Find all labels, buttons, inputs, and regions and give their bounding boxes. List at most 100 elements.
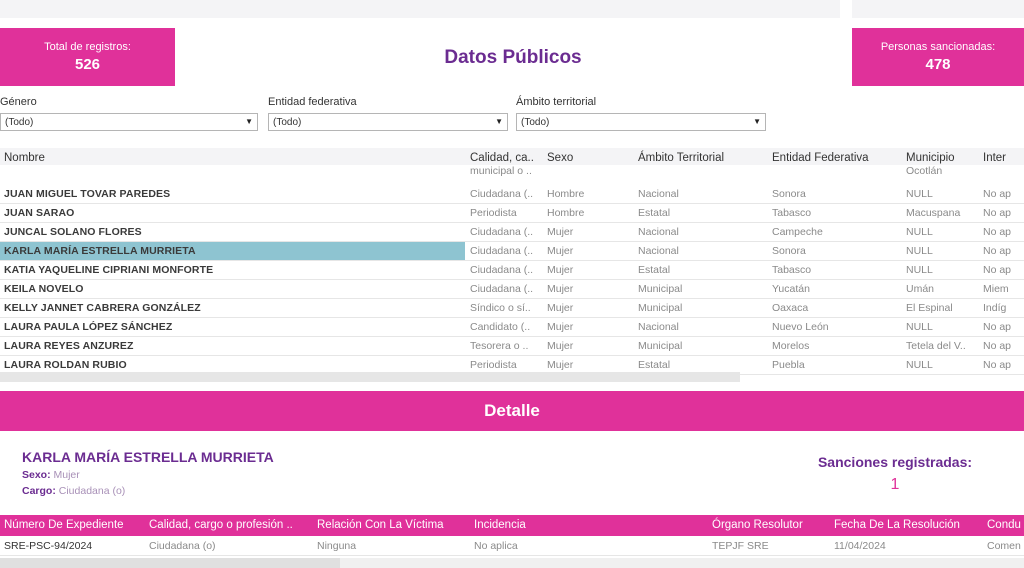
detalle-cargo-value: Ciudadana (o) (58, 485, 126, 497)
table-row[interactable]: KELLY JANNET CABRERA GONZÁLEZ Síndico o s… (0, 299, 1024, 318)
detalle-col-fecha[interactable]: Fecha De La Resolución (834, 519, 960, 531)
filter-genero-value: (Todo) (5, 117, 34, 128)
filter-genero-dropdown[interactable]: (Todo) ▼ (0, 113, 258, 131)
column-header-nombre[interactable]: Nombre (4, 152, 45, 164)
cell-entidad: Sonora (772, 245, 806, 257)
cell-nombre: KATIA YAQUELINE CIPRIANI MONFORTE (4, 264, 214, 276)
cell-sexo: Mujer (547, 245, 574, 257)
column-header-ambito[interactable]: Ámbito Territorial (638, 152, 724, 164)
cell-nombre: LAURA ROLDAN RUBIO (4, 359, 127, 371)
column-header-inter[interactable]: Inter (983, 152, 1006, 164)
cell-calidad: Periodista (470, 207, 517, 219)
detalle-cell-incidencia: No aplica (474, 540, 518, 552)
detalle-horizontal-scrollbar[interactable] (0, 558, 1024, 568)
cell-inter: No ap (983, 321, 1012, 333)
detalle-cell-relacion: Ninguna (317, 540, 357, 552)
detalle-sexo-value: Mujer (53, 469, 80, 481)
filter-genero-label: Género (0, 96, 37, 108)
filter-entidad-dropdown[interactable]: (Todo) ▼ (268, 113, 508, 131)
detalle-col-expediente[interactable]: Número De Expediente (4, 519, 124, 531)
detalle-col-incidencia[interactable]: Incidencia (474, 519, 526, 531)
column-header-municipio[interactable]: Municipio (906, 152, 955, 164)
table-row[interactable]: KARLA MARÍA ESTRELLA MURRIETA Ciudadana (… (0, 242, 1024, 261)
filter-ambito-value: (Todo) (521, 117, 550, 128)
table-row[interactable]: LAURA PAULA LÓPEZ SÁNCHEZ Candidato (.. Mu… (0, 318, 1024, 337)
personas-sancionadas-label: Personas sancionadas: (880, 41, 996, 53)
cell-inter: No ap (983, 359, 1012, 371)
chevron-down-icon: ▼ (495, 117, 503, 126)
column-header-sexo[interactable]: Sexo (547, 152, 573, 164)
cell-inter: No ap (983, 188, 1012, 200)
table-row[interactable]: KATIA YAQUELINE CIPRIANI MONFORTE Ciudada… (0, 261, 1024, 280)
table-row[interactable]: KEILA NOVELO Ciudadana (.. Mujer Municipal Y… (0, 280, 1024, 299)
cell-entidad: Puebla (772, 359, 805, 371)
cell-inter: No ap (983, 245, 1012, 257)
cell-calidad: Ciudadana (.. (470, 188, 534, 200)
cell-municipio: NULL (906, 188, 933, 200)
detalle-cargo-label: Cargo: (22, 485, 56, 497)
cell-nombre: KEILA NOVELO (4, 283, 84, 295)
cell-municipio: Umán (906, 283, 935, 295)
table-row[interactable]: JUAN MIGUEL TOVAR PAREDES Ciudadana (.. Ho… (0, 185, 1024, 204)
detalle-table-row[interactable]: SRE-PSC-94/2024 Ciudadana (o) Ninguna No… (0, 537, 1024, 556)
table-row[interactable]: JUNCAL SOLANO FLORES Ciudadana (.. Mujer Na… (0, 223, 1024, 242)
cell-nombre: LAURA REYES ANZUREZ (4, 340, 134, 352)
detalle-col-calidad[interactable]: Calidad, cargo o profesión .. (149, 519, 293, 531)
detalle-sexo-label: Sexo: (22, 469, 51, 481)
cell-sexo: Mujer (547, 321, 574, 333)
cell-entidad: Campeche (772, 226, 823, 238)
cell-calidad: Ciudadana (.. (470, 245, 534, 257)
cell-nombre: JUAN MIGUEL TOVAR PAREDES (4, 188, 171, 200)
table-horizontal-scrollbar[interactable] (0, 372, 740, 382)
cell-entidad: Tabasco (772, 264, 812, 276)
cell-inter: Miem (983, 283, 1009, 295)
partial-row-municipio: Ocotlán (906, 165, 943, 177)
column-header-entidad[interactable]: Entidad Federativa (772, 152, 869, 164)
cell-calidad: Ciudadana (.. (470, 264, 534, 276)
cell-inter: No ap (983, 264, 1012, 276)
cell-ambito: Nacional (638, 245, 679, 257)
detalle-cell-fecha: 11/04/2024 (834, 540, 886, 552)
cell-municipio: Macuspana (906, 207, 961, 219)
detalle-col-organo[interactable]: Órgano Resolutor (712, 519, 803, 531)
cell-calidad: Síndico o sí.. (470, 302, 531, 314)
cell-sexo: Mujer (547, 283, 574, 295)
filter-entidad-value: (Todo) (273, 117, 302, 128)
filter-ambito-dropdown[interactable]: (Todo) ▼ (516, 113, 766, 131)
cell-inter: No ap (983, 226, 1012, 238)
cell-ambito: Nacional (638, 226, 679, 238)
personas-sancionadas-card: Personas sancionadas: 478 (852, 28, 1024, 86)
detalle-person-name: KARLA MARÍA ESTRELLA MURRIETA (22, 449, 274, 465)
filter-entidad-label: Entidad federativa (268, 96, 357, 108)
cell-entidad: Nuevo León (772, 321, 829, 333)
cell-calidad: Tesorera o .. (470, 340, 529, 352)
cell-entidad: Sonora (772, 188, 806, 200)
detalle-banner: Detalle (0, 391, 1024, 431)
cell-municipio: NULL (906, 226, 933, 238)
cell-nombre: JUNCAL SOLANO FLORES (4, 226, 142, 238)
column-header-calidad[interactable]: Calidad, ca.. (470, 152, 534, 164)
cell-ambito: Estatal (638, 207, 671, 219)
filter-ambito-label: Ámbito territorial (516, 96, 597, 108)
table-row[interactable]: JUAN SARAO Periodista Hombre Estatal Tabasco… (0, 204, 1024, 223)
cell-inter: No ap (983, 340, 1012, 352)
cell-municipio: NULL (906, 321, 933, 333)
detalle-col-relacion[interactable]: Relación Con La Víctima (317, 519, 444, 531)
page-title: Datos Públicos (444, 47, 582, 68)
personas-sancionadas-value: 478 (925, 56, 951, 73)
detalle-sexo: Sexo: Mujer (22, 469, 80, 481)
cell-ambito: Municipal (638, 340, 683, 352)
scrollbar-thumb[interactable] (0, 558, 340, 568)
detalle-cell-conducta: Comen (987, 540, 1021, 552)
sanciones-value: 1 (890, 476, 900, 493)
detalle-cell-calidad: Ciudadana (o) (149, 540, 216, 552)
table-row[interactable]: LAURA REYES ANZUREZ Tesorera o .. Mujer Mun… (0, 337, 1024, 356)
total-registros-card: Total de registros: 526 (0, 28, 175, 86)
chevron-down-icon: ▼ (753, 117, 761, 126)
detalle-col-conducta[interactable]: Condu (987, 519, 1021, 531)
cell-municipio: NULL (906, 245, 933, 257)
cell-ambito: Municipal (638, 283, 683, 295)
cell-entidad: Tabasco (772, 207, 812, 219)
cell-sexo: Mujer (547, 359, 574, 371)
cell-sexo: Mujer (547, 302, 574, 314)
